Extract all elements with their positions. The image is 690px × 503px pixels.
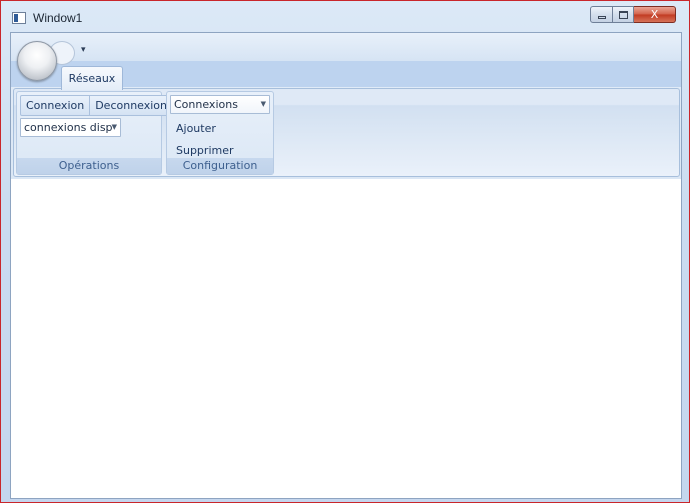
application-window: Window1 X ▾ Réseaux Connexion Deconnexio…: [0, 0, 690, 503]
maximize-icon: [618, 10, 628, 19]
maximize-button[interactable]: [613, 6, 634, 23]
group-configuration: Connexions ▼ Ajouter Supprimer Configura…: [166, 91, 274, 175]
quick-access-dropdown-icon[interactable]: ▾: [81, 45, 86, 55]
combo-value: Connexions: [174, 98, 238, 111]
minimize-button[interactable]: [590, 6, 613, 23]
close-button[interactable]: X: [634, 6, 676, 23]
close-icon: X: [650, 8, 659, 21]
ribbon: ▾ Réseaux Connexion Deconnexion connexio…: [11, 33, 681, 179]
quick-access-toolbar: ▾: [11, 33, 681, 62]
supprimer-button[interactable]: Supprimer: [176, 144, 234, 157]
tab-reseaux[interactable]: Réseaux: [61, 66, 123, 90]
chevron-down-icon: ▼: [111, 123, 117, 131]
ajouter-button[interactable]: Ajouter: [176, 122, 216, 135]
connexions-disp-combo[interactable]: connexions disp ▼: [20, 118, 121, 137]
application-menu-button[interactable]: [17, 41, 57, 81]
title-bar[interactable]: Window1 X: [1, 1, 689, 33]
deconnexion-button[interactable]: Deconnexion: [89, 96, 172, 115]
connexions-combo[interactable]: Connexions ▼: [170, 95, 270, 114]
minimize-icon: [597, 16, 606, 19]
combo-value: connexions disp: [24, 121, 113, 134]
connection-button-pair: Connexion Deconnexion: [20, 95, 174, 116]
group-title-configuration: Configuration: [167, 158, 273, 174]
client-area: ▾ Réseaux Connexion Deconnexion connexio…: [10, 32, 682, 499]
content-area[interactable]: [11, 179, 681, 498]
window-title: Window1: [33, 11, 83, 25]
chevron-down-icon: ▼: [260, 100, 266, 108]
window-controls: X: [590, 6, 683, 24]
group-title-operations: Opérations: [17, 158, 161, 174]
window-icon[interactable]: [12, 12, 26, 24]
connexion-button[interactable]: Connexion: [21, 96, 89, 115]
group-operations: Connexion Deconnexion connexions disp ▼ …: [16, 91, 174, 175]
